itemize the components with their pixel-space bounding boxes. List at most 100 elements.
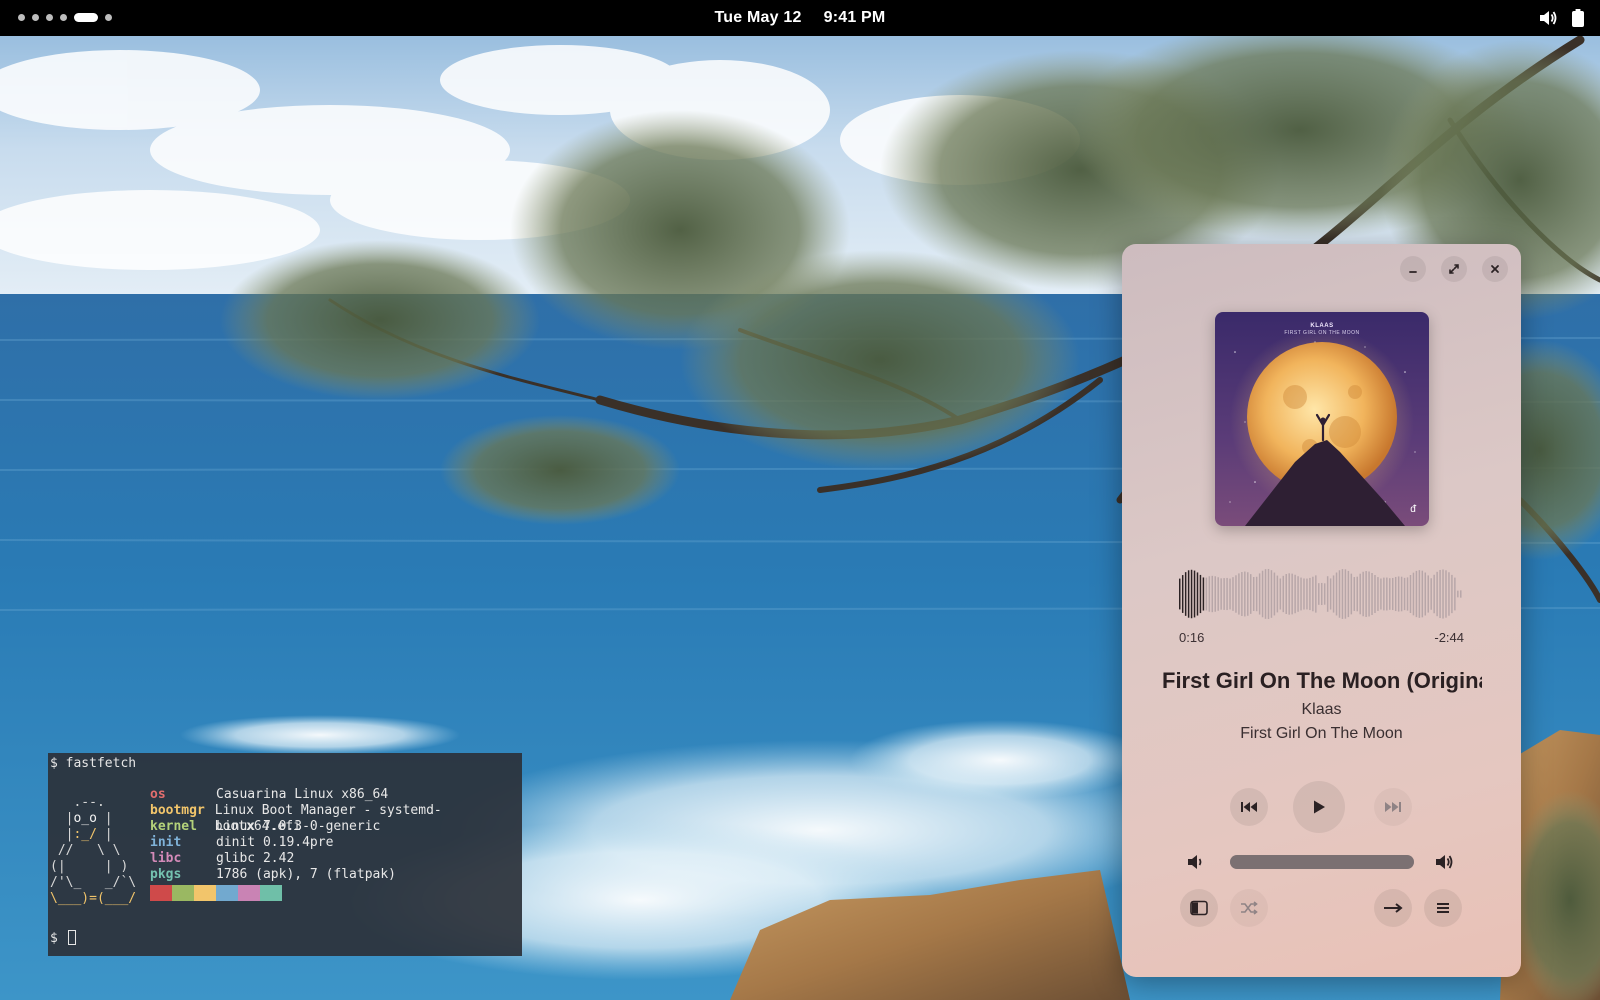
waveform-bar <box>1389 578 1391 610</box>
sidebar-icon <box>1190 900 1208 916</box>
previous-icon <box>1240 800 1258 814</box>
waveform-bar <box>1288 573 1290 615</box>
waveform-bar-played <box>1184 572 1187 616</box>
info-value: Linux 7.0.3-0-generic <box>216 819 381 834</box>
previous-button[interactable] <box>1230 788 1268 826</box>
waveform-bar <box>1403 577 1406 611</box>
waveform-bar <box>1261 570 1264 618</box>
waveform-bar <box>1448 572 1450 616</box>
waveform-bar <box>1332 575 1335 613</box>
waveform-bar <box>1211 575 1214 613</box>
info-value: Casuarina Linux x86_64 <box>216 787 389 802</box>
terminal-window[interactable]: $ fastfetch .--. |o_o | |:_/ | // \ \ (|… <box>48 753 522 956</box>
maximize-button[interactable] <box>1441 256 1467 282</box>
waveform-bar-played <box>1181 575 1184 613</box>
waveform-bar-played <box>1190 569 1193 619</box>
info-key: kernel <box>150 819 197 834</box>
terminal-prompt: $ <box>50 931 58 946</box>
waveform-bar <box>1350 573 1353 615</box>
next-button[interactable] <box>1374 788 1412 826</box>
close-icon <box>1489 263 1501 275</box>
waveform-bar <box>1241 572 1243 616</box>
waveform-bar <box>1303 578 1305 610</box>
play-button[interactable] <box>1293 781 1345 833</box>
repeat-icon <box>1383 901 1403 915</box>
waveform-bar <box>1247 572 1249 616</box>
volume-slider-fill <box>1230 855 1414 869</box>
minimize-button[interactable] <box>1400 256 1426 282</box>
volume-icon[interactable] <box>1538 9 1558 27</box>
waveform-bar <box>1421 570 1424 618</box>
album-art: ᵭ KLAAS FIRST GIRL ON THE MOON <box>1215 312 1429 526</box>
waveform-bar <box>1430 578 1432 610</box>
waveform-bar <box>1306 578 1308 610</box>
waveform-bar <box>1235 575 1237 613</box>
waveform-bar <box>1427 575 1429 613</box>
waveform-bar <box>1412 572 1415 616</box>
clock-date: Tue May 12 <box>714 9 802 26</box>
volume-slider[interactable] <box>1230 855 1414 869</box>
waveform-bar <box>1232 577 1234 611</box>
waveform-bar <box>1323 583 1326 605</box>
waveform-bar <box>1214 576 1216 612</box>
track-artist[interactable]: Klaas <box>1122 701 1521 719</box>
maximize-icon <box>1448 263 1460 275</box>
waveform-bar <box>1386 577 1388 611</box>
waveform-bar <box>1457 590 1459 598</box>
waveform-bar <box>1279 578 1282 610</box>
waveform-bar <box>1359 573 1361 615</box>
info-value: 1786 (apk), 7 (flatpak) <box>216 867 397 882</box>
waveform-bar <box>1309 577 1311 611</box>
waveform-bar <box>1380 578 1382 610</box>
info-row-libc: libc glibc 2.42 <box>150 851 522 867</box>
waveform-bar <box>1276 575 1279 613</box>
waveform-bar <box>1436 571 1438 617</box>
waveform-bar <box>1258 573 1261 615</box>
terminal-prompt-line[interactable]: $ <box>50 930 76 946</box>
waveform-bar <box>1368 571 1370 617</box>
shuffle-button[interactable] <box>1230 889 1268 927</box>
waveform-bar <box>1347 570 1350 618</box>
waveform-bar <box>1255 576 1258 612</box>
toggle-sidebar-button[interactable] <box>1180 889 1218 927</box>
info-value: glibc 2.42 <box>216 851 295 866</box>
waveform-bar <box>1454 577 1456 611</box>
volume-low-icon[interactable] <box>1186 853 1206 876</box>
track-title: First Girl On The Moon (Original Mix) <box>1162 668 1482 693</box>
waveform-bar <box>1365 571 1367 617</box>
battery-icon[interactable] <box>1572 9 1584 27</box>
waveform-bar <box>1250 574 1252 614</box>
waveform-bar <box>1294 574 1296 614</box>
time-elapsed: 0:16 <box>1179 630 1205 645</box>
color-palette <box>150 885 282 901</box>
waveform-bar-played <box>1199 574 1202 614</box>
waveform-bar <box>1220 578 1222 610</box>
system-tray[interactable] <box>1538 9 1584 27</box>
shuffle-icon <box>1240 900 1258 916</box>
info-key: init <box>150 835 182 850</box>
repeat-mode-button[interactable] <box>1374 889 1412 927</box>
waveform-bar-played <box>1196 572 1199 616</box>
queue-button[interactable] <box>1424 889 1462 927</box>
palette-swatch <box>172 885 194 901</box>
play-icon <box>1312 799 1326 815</box>
album-art-artist: KLAAS <box>1310 323 1334 329</box>
album-art-caption: KLAAS FIRST GIRL ON THE MOON <box>1215 323 1429 336</box>
waveform-seek-bar[interactable] <box>1179 566 1463 622</box>
waveform-bar <box>1335 572 1338 616</box>
waveform-bar <box>1445 570 1447 618</box>
waveform-bar <box>1226 577 1228 611</box>
waveform-bar <box>1341 569 1344 619</box>
palette-swatch <box>238 885 260 901</box>
track-album[interactable]: First Girl On The Moon <box>1122 725 1521 743</box>
info-key: pkgs <box>150 867 182 882</box>
waveform-bar <box>1326 576 1329 612</box>
waveform-bar <box>1338 570 1341 618</box>
close-button[interactable] <box>1482 256 1508 282</box>
waveform-bar <box>1208 576 1211 612</box>
waveform-bar <box>1409 575 1412 613</box>
volume-high-icon[interactable] <box>1434 853 1454 876</box>
waveform-bar <box>1397 576 1400 612</box>
waveform-bar <box>1300 577 1302 611</box>
clock[interactable]: Tue May 12 9:41 PM <box>0 9 1600 27</box>
